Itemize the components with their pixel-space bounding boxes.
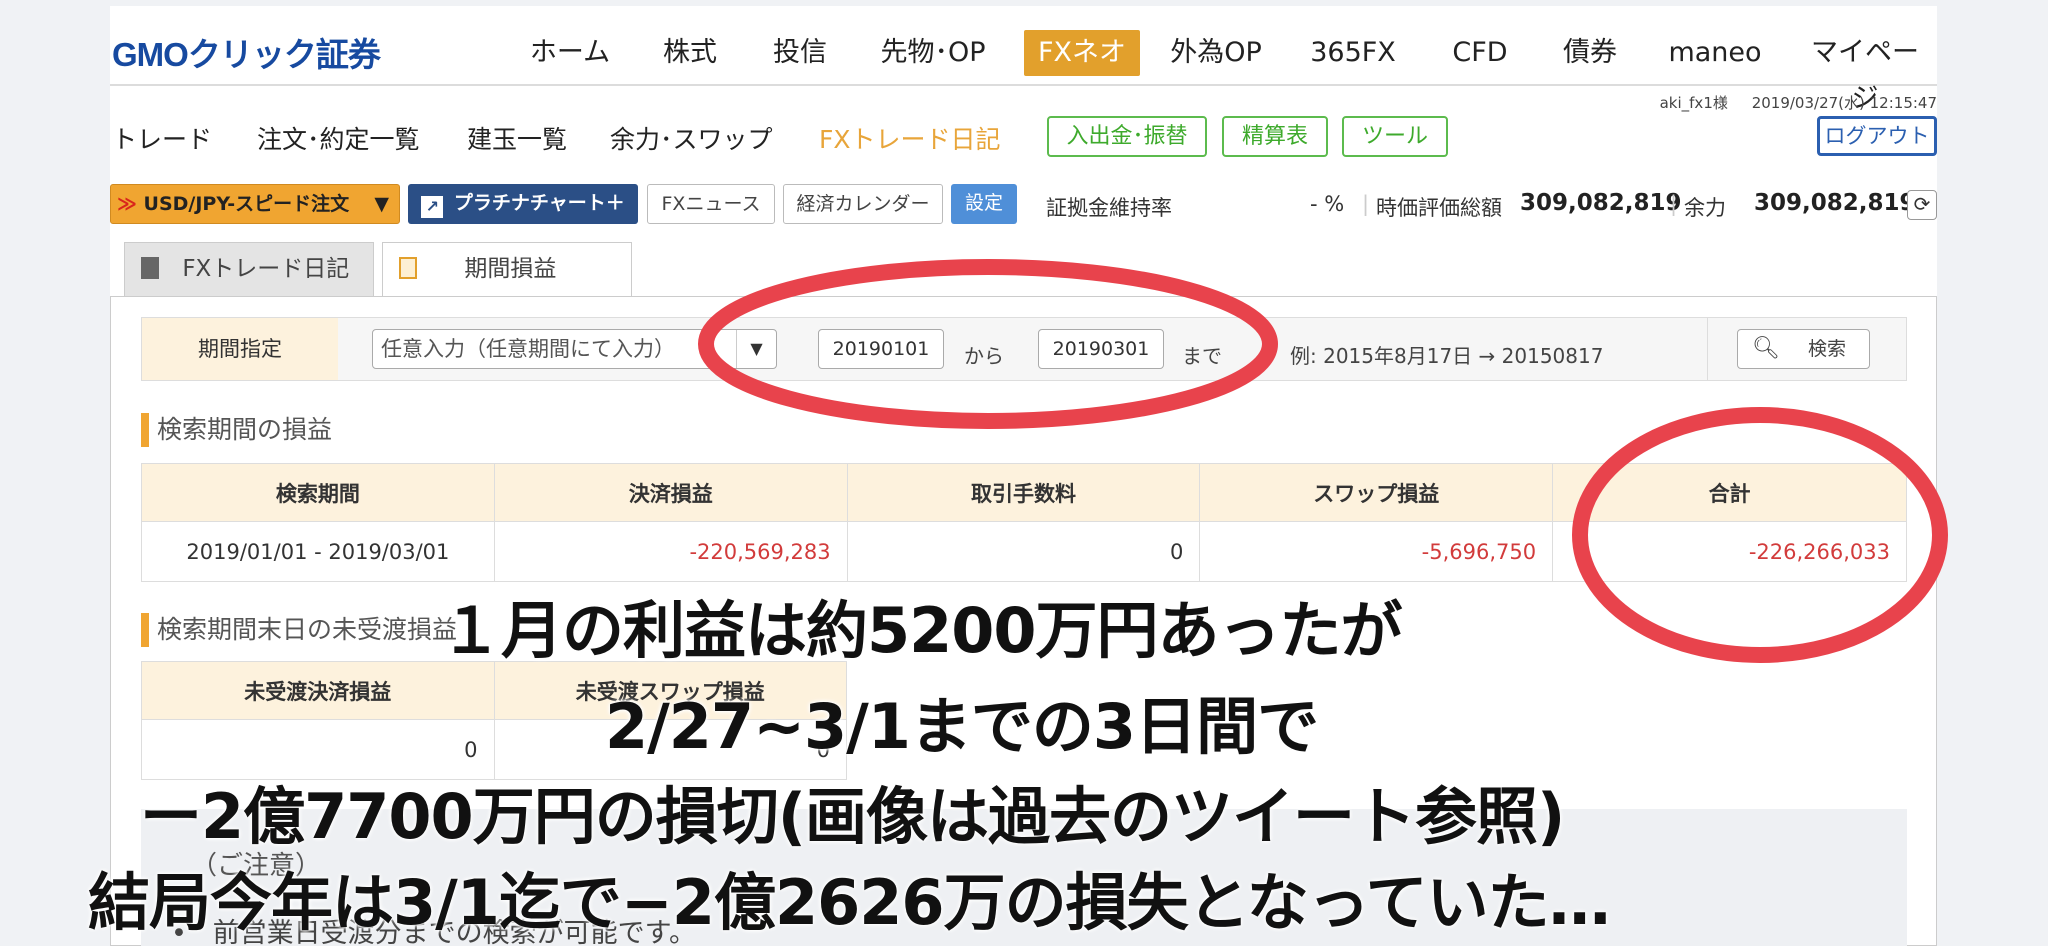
col-settlement-pl: 決済損益 <box>493 463 848 522</box>
caption-line-1: １月の利益は約5200万円あったが <box>440 594 1403 667</box>
summary-table: 検索期間 決済損益 取引手数料 スワップ損益 合計 2019/01/01 - 2… <box>141 463 1907 582</box>
cell-fees: 0 <box>846 521 1201 582</box>
nav-bonds[interactable]: 債券 <box>1550 30 1630 76</box>
current-datetime: 2019/03/27(水) 12:15:47 <box>1751 94 1937 112</box>
to-text: まで <box>1182 344 1222 368</box>
period-filter: 期間指定 任意入力（任意期間にて入力） ▼ 20190101 から 201903… <box>141 317 1907 381</box>
logout-button[interactable]: ログアウト <box>1817 116 1937 156</box>
caption-line-2: 2/27~3/1までの3日間で <box>605 690 1319 763</box>
divider <box>1707 318 1708 380</box>
user-info: aki_fx1様 2019/03/27(水) 12:15:47 <box>1660 92 1937 113</box>
gmo-click-logo[interactable]: GMOクリック証券 <box>112 28 381 76</box>
margin-ratio-label: 証拠金維持率 <box>1046 196 1172 220</box>
subnav-margin-swap[interactable]: 余力･スワップ <box>610 120 773 156</box>
double-arrow-icon: ≫ <box>117 193 137 215</box>
summary-section-title: 検索期間の損益 <box>141 413 332 447</box>
col-swap-pl: スワップ損益 <box>1199 463 1554 522</box>
cell-total: -226,266,033 <box>1552 521 1907 582</box>
margin-ratio-value: - % <box>1310 192 1345 216</box>
nav-fx-option[interactable]: 外為OP <box>1164 30 1268 76</box>
table-header-row: 検索期間 決済損益 取引手数料 スワップ損益 合計 <box>141 463 1907 522</box>
period-label: 期間指定 <box>142 318 338 380</box>
search-label: 検索 <box>1808 338 1847 360</box>
nav-fx-neo[interactable]: FXネオ <box>1024 30 1140 76</box>
period-type-select[interactable]: 任意入力（任意期間にて入力） ▼ <box>372 329 777 369</box>
nav-funds[interactable]: 投信 <box>760 30 840 76</box>
caret-down-icon: ▼ <box>374 193 389 215</box>
col-period: 検索期間 <box>141 463 495 522</box>
top-nav: GMOクリック証券 ホーム 株式 投信 先物･OP FXネオ 外為OP 365F… <box>110 6 1937 114</box>
platinum-chart-label: プラチナチャート＋ <box>453 192 625 214</box>
caption-line-3: ー2億7700万円の損切(画像は過去のツイート参照) <box>140 780 1565 853</box>
deposit-transfer-button[interactable]: 入出金･振替 <box>1047 116 1207 157</box>
subnav-fx-diary[interactable]: FXトレード日記 <box>819 120 1001 156</box>
statement-button[interactable]: 精算表 <box>1222 116 1328 157</box>
subnav-orders[interactable]: 注文･約定一覧 <box>257 120 420 156</box>
nav-cfd[interactable]: CFD <box>1440 30 1520 76</box>
cell-period: 2019/01/01 - 2019/03/01 <box>141 521 495 582</box>
caption-line-4: 結局今年は3/1迄で−2億2626万の損失となっていた… <box>88 866 1611 939</box>
search-button[interactable]: 🔍︎ 検索 <box>1737 329 1870 369</box>
capacity-label: 余力 <box>1684 196 1726 220</box>
valuation-label: 時価評価総額 <box>1376 196 1502 220</box>
subnav-trade[interactable]: トレード <box>112 120 212 156</box>
chart-icon: ↗ <box>421 196 444 218</box>
from-text: から <box>964 344 1004 368</box>
nav-stocks[interactable]: 株式 <box>650 30 730 76</box>
from-date-input[interactable]: 20190101 <box>818 329 944 369</box>
speed-order-label: USD/JPY-スピード注文 <box>143 193 350 215</box>
cell-swap-pl: -5,696,750 <box>1199 521 1554 582</box>
divider: | <box>1670 192 1678 216</box>
tab-fx-diary[interactable]: FXトレード日記 <box>124 242 374 296</box>
tab-period-pl-label: 期間損益 <box>464 256 557 282</box>
speed-order-dropdown[interactable]: ≫ USD/JPY-スピード注文 ▼ <box>110 184 400 224</box>
cell-settlement-pl: -220,569,283 <box>493 521 848 582</box>
nav-maneo[interactable]: maneo <box>1665 30 1765 76</box>
tab-period-pl[interactable]: 期間損益 <box>382 242 632 298</box>
date-format-example: 例: 2015年8月17日 → 20150817 <box>1290 344 1604 368</box>
economic-calendar-button[interactable]: 経済カレンダー <box>783 184 943 224</box>
undelivered-section-title: 検索期間末日の未受渡損益 <box>141 613 457 647</box>
caret-down-icon: ▼ <box>736 330 776 368</box>
user-name: aki_fx1様 <box>1659 94 1728 112</box>
capacity-value: 309,082,819 <box>1754 190 1916 216</box>
refresh-icon[interactable]: ⟳ <box>1907 190 1937 220</box>
period-type-value: 任意入力（任意期間にて入力） <box>381 337 675 361</box>
search-icon: 🔍︎ <box>1752 336 1780 361</box>
col-undelivered-settlement: 未受渡決済損益 <box>141 661 495 720</box>
col-total: 合計 <box>1552 463 1907 522</box>
to-date-input[interactable]: 20190301 <box>1038 329 1164 369</box>
valuation-value: 309,082,819 <box>1520 190 1682 216</box>
divider: | <box>1362 192 1370 216</box>
tab-fx-diary-label: FXトレード日記 <box>182 256 350 282</box>
settings-button[interactable]: 設定 <box>951 184 1017 224</box>
fx-news-button[interactable]: FXニュース <box>647 184 775 224</box>
sub-nav: トレード 注文･約定一覧 建玉一覧 余力･スワップ FXトレード日記 入出金･振… <box>110 90 1937 178</box>
nav-365fx[interactable]: 365FX <box>1303 30 1403 76</box>
nav-mypage[interactable]: マイページ <box>1800 30 1930 114</box>
tools-button[interactable]: ツール <box>1342 116 1448 157</box>
subnav-positions[interactable]: 建玉一覧 <box>467 120 567 156</box>
book-icon <box>141 257 159 279</box>
account-metrics: 証拠金維持率 - % | 時価評価総額 309,082,819 | 余力 309… <box>1030 184 1916 224</box>
nav-home[interactable]: ホーム <box>510 30 630 76</box>
document-icon <box>399 257 417 279</box>
nav-futures-op[interactable]: 先物･OP <box>873 30 993 76</box>
col-fees: 取引手数料 <box>846 463 1201 522</box>
platinum-chart-button[interactable]: ↗ プラチナチャート＋ <box>408 184 638 224</box>
table-row: 2019/01/01 - 2019/03/01 -220,569,283 0 -… <box>141 521 1907 582</box>
trade-toolbar: ≫ USD/JPY-スピード注文 ▼ ↗ プラチナチャート＋ FXニュース 経済… <box>110 184 1937 228</box>
